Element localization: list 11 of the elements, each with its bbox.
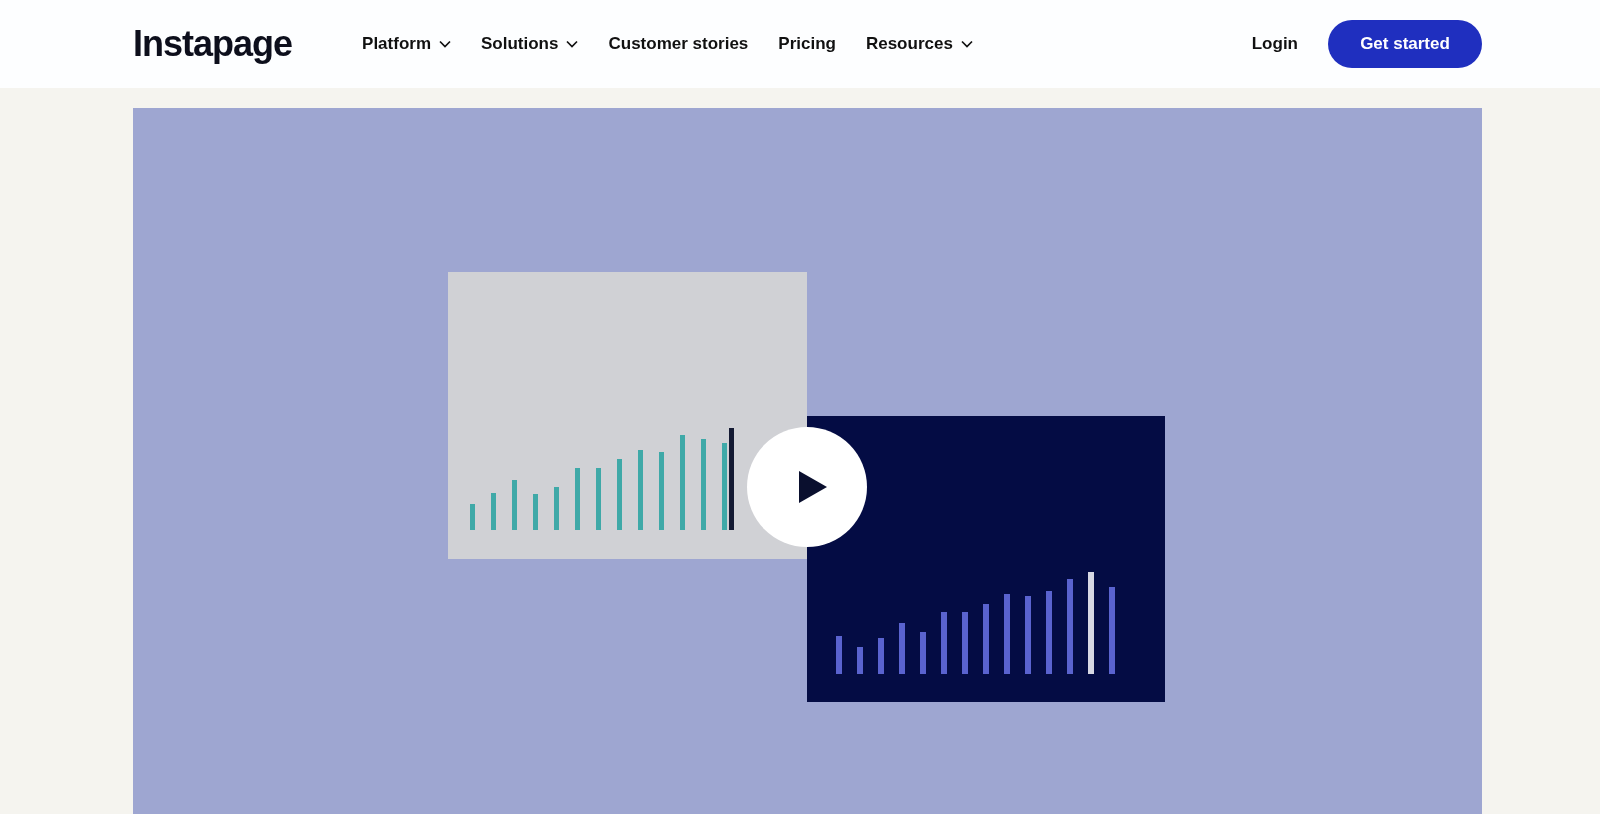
chevron-down-icon	[566, 40, 579, 48]
nav-link[interactable]: Customer stories	[608, 34, 749, 54]
nav-link[interactable]: Pricing	[778, 34, 836, 54]
get-started-button[interactable]: Get started	[1328, 20, 1482, 68]
nav-link[interactable]: Solutions	[481, 34, 579, 54]
chevron-down-icon	[960, 40, 973, 48]
nav-link[interactable]: Resources	[865, 34, 973, 54]
login-link[interactable]: Login	[1251, 34, 1298, 54]
chevron-down-icon	[439, 40, 451, 48]
nav-link[interactable]: Platform	[362, 34, 451, 54]
logo[interactable]: Instapage	[133, 23, 293, 65]
